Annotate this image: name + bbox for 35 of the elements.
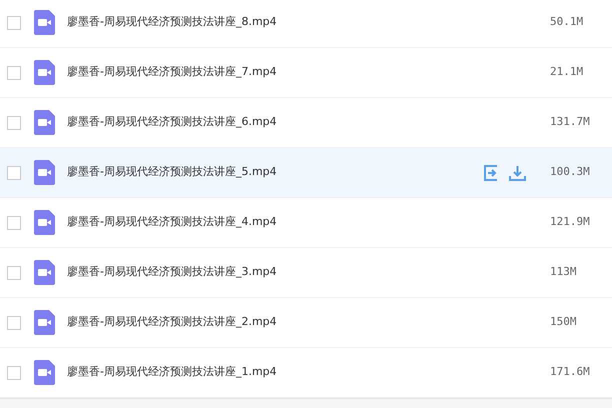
file-name[interactable]: 廖墨香-周易现代经济预测技法讲座_1.mp4 [67, 364, 277, 381]
file-name[interactable]: 廖墨香-周易现代经济预测技法讲座_4.mp4 [67, 214, 277, 231]
video-file-icon [34, 110, 55, 135]
file-size: 131.7M [550, 114, 591, 130]
video-file-icon [34, 60, 55, 85]
file-name[interactable]: 廖墨香-周易现代经济预测技法讲座_3.mp4 [67, 264, 277, 281]
move-icon[interactable] [483, 164, 499, 180]
video-file-icon [34, 160, 55, 185]
video-file-icon [34, 10, 55, 35]
file-size: 113M [550, 264, 578, 280]
video-file-icon [34, 310, 55, 335]
video-file-icon [34, 260, 55, 285]
video-file-icon [34, 210, 55, 235]
checkbox[interactable] [7, 266, 21, 280]
file-row[interactable]: 廖墨香-周易现代经济预测技法讲座_5.mp4 100.3M [0, 148, 612, 198]
checkbox[interactable] [7, 366, 21, 380]
file-size: 150M [550, 314, 578, 330]
checkbox[interactable] [7, 216, 21, 230]
file-size: 21.1M [550, 64, 584, 80]
checkbox[interactable] [7, 116, 21, 130]
file-size: 100.3M [550, 164, 591, 180]
video-file-icon [34, 360, 55, 385]
file-name[interactable]: 廖墨香-周易现代经济预测技法讲座_2.mp4 [67, 314, 277, 331]
checkbox[interactable] [7, 16, 21, 30]
download-icon[interactable] [509, 164, 526, 180]
file-name[interactable]: 廖墨香-周易现代经济预测技法讲座_8.mp4 [67, 14, 277, 31]
file-size: 50.1M [550, 14, 584, 30]
checkbox[interactable] [7, 166, 21, 180]
file-name[interactable]: 廖墨香-周易现代经济预测技法讲座_5.mp4 [67, 164, 277, 181]
file-name[interactable]: 廖墨香-周易现代经济预测技法讲座_7.mp4 [67, 64, 277, 81]
file-name[interactable]: 廖墨香-周易现代经济预测技法讲座_6.mp4 [67, 114, 277, 131]
file-size: 121.9M [550, 214, 591, 230]
checkbox[interactable] [7, 66, 21, 80]
file-size: 171.6M [550, 364, 591, 380]
checkbox[interactable] [7, 316, 21, 330]
